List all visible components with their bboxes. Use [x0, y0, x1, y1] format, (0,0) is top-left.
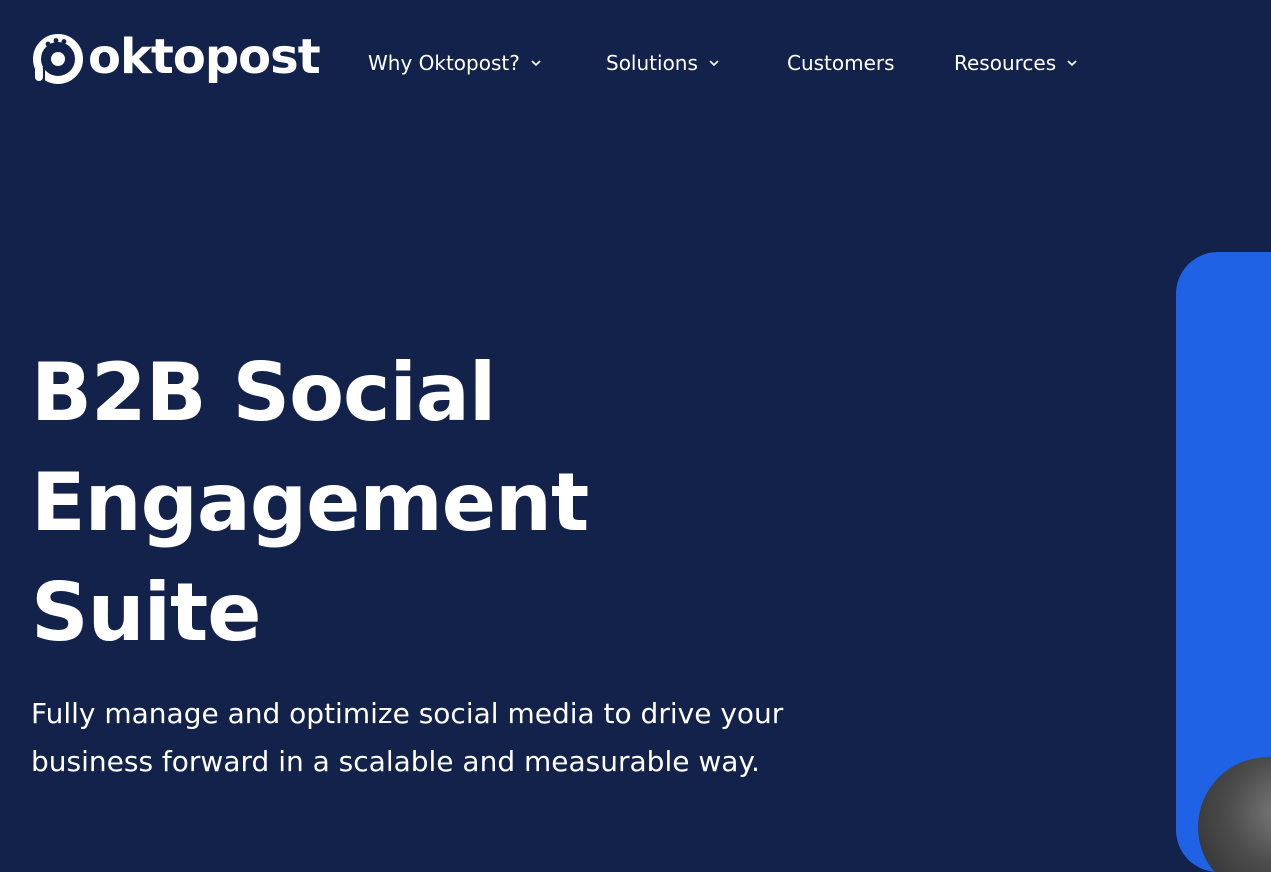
nav-why-oktopost[interactable]: Why Oktopost? — [368, 46, 542, 80]
oktopost-logo[interactable]: oktopost — [30, 24, 321, 90]
nav-label: Why Oktopost? — [368, 51, 520, 75]
chevron-down-icon — [1067, 60, 1077, 67]
hero-subtitle: Fully manage and optimize social media t… — [31, 690, 811, 786]
octopus-swirl-icon — [33, 34, 83, 84]
site-header: oktopost Why Oktopost? Solutions Custome… — [0, 0, 1271, 125]
nav-solutions[interactable]: Solutions — [606, 46, 720, 80]
chevron-down-icon — [709, 60, 719, 67]
chevron-down-icon — [531, 60, 541, 67]
hero-subtitle-line: business forward in a scalable and measu… — [31, 745, 760, 778]
hero-title-line: B2B Social — [31, 346, 496, 439]
nav-label: Solutions — [606, 51, 698, 75]
hero-title-line: Suite — [31, 566, 262, 659]
hero-image-card — [1176, 252, 1271, 872]
nav-label: Resources — [954, 51, 1057, 75]
hero-subtitle-line: Fully manage and optimize social media t… — [31, 697, 784, 730]
person-photo — [1198, 757, 1271, 872]
logo-wordmark: oktopost — [88, 29, 321, 85]
nav-customers[interactable]: Customers — [787, 46, 895, 80]
hero-title: B2B Social Engagement Suite — [31, 338, 731, 668]
nav-resources[interactable]: Resources — [954, 46, 1078, 80]
hero-title-line: Engagement — [31, 456, 589, 549]
nav-label: Customers — [787, 51, 895, 75]
